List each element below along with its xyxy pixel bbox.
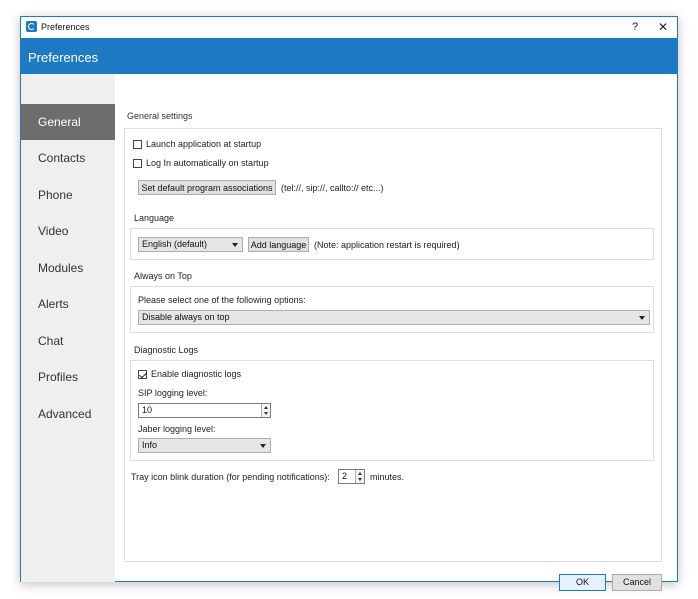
add-language-button[interactable]: Add language bbox=[248, 237, 309, 252]
launch-at-startup-label: Launch application at startup bbox=[146, 139, 262, 149]
sidebar-item-profiles[interactable]: Profiles bbox=[21, 359, 115, 395]
spin-buttons[interactable] bbox=[355, 470, 364, 483]
help-button[interactable]: ? bbox=[627, 19, 643, 35]
close-button[interactable]: ✕ bbox=[655, 19, 671, 35]
title-bar: Preferences ? ✕ bbox=[21, 17, 677, 38]
chevron-down-icon bbox=[232, 242, 238, 247]
app-logo-icon bbox=[26, 21, 37, 32]
cancel-button[interactable]: Cancel bbox=[612, 574, 662, 591]
sip-logging-level-value: 10 bbox=[142, 405, 153, 415]
diagnostic-logs-section-title: Diagnostic Logs bbox=[134, 345, 199, 355]
arrow-up-icon[interactable] bbox=[358, 472, 362, 475]
sidebar: General Contacts Phone Video Modules Ale… bbox=[21, 74, 115, 582]
sidebar-item-modules[interactable]: Modules bbox=[21, 250, 115, 286]
window-title: Preferences bbox=[41, 22, 90, 32]
jabber-logging-level-select[interactable]: Info bbox=[138, 438, 271, 453]
content-area: General settings Launch application at s… bbox=[115, 74, 677, 591]
general-settings-title: General settings bbox=[127, 111, 193, 121]
diagnostic-logs-panel: Enable diagnostic logs SIP logging level… bbox=[130, 360, 654, 461]
language-select-value: English (default) bbox=[142, 239, 208, 249]
enable-diagnostic-logs-label: Enable diagnostic logs bbox=[151, 369, 242, 379]
arrow-down-icon[interactable] bbox=[358, 478, 362, 481]
arrow-down-icon[interactable] bbox=[264, 412, 268, 415]
spin-buttons[interactable] bbox=[261, 404, 270, 417]
general-settings-panel: Launch application at startup Log In aut… bbox=[124, 128, 662, 562]
set-default-associations-button[interactable]: Set default program associations bbox=[138, 180, 276, 195]
always-on-top-section-title: Always on Top bbox=[134, 271, 192, 281]
sip-logging-level-stepper[interactable]: 10 bbox=[138, 403, 271, 418]
sip-logging-level-label: SIP logging level: bbox=[138, 388, 208, 398]
sidebar-item-advanced[interactable]: Advanced bbox=[21, 396, 115, 432]
tray-blink-duration-value: 2 bbox=[342, 471, 348, 481]
jabber-logging-level-value: Info bbox=[142, 440, 158, 450]
sidebar-item-phone[interactable]: Phone bbox=[21, 177, 115, 213]
arrow-up-icon[interactable] bbox=[264, 406, 268, 409]
login-on-startup-checkbox[interactable]: Log In automatically on startup bbox=[133, 158, 269, 168]
always-on-top-select-value: Disable always on top bbox=[142, 312, 230, 322]
always-on-top-select[interactable]: Disable always on top bbox=[138, 310, 650, 325]
chevron-down-icon bbox=[260, 443, 266, 448]
tray-blink-unit: minutes. bbox=[370, 472, 405, 482]
tray-blink-duration-stepper[interactable]: 2 bbox=[338, 469, 365, 484]
always-on-top-panel: Please select one of the following optio… bbox=[130, 286, 654, 333]
sidebar-item-alerts[interactable]: Alerts bbox=[21, 286, 115, 322]
sidebar-item-chat[interactable]: Chat bbox=[21, 323, 115, 359]
sidebar-item-contacts[interactable]: Contacts bbox=[21, 140, 115, 176]
header-bar: Preferences bbox=[21, 38, 677, 74]
ok-button[interactable]: OK bbox=[559, 574, 606, 591]
jabber-logging-level-label: Jaber logging level: bbox=[138, 424, 216, 434]
checkbox-box[interactable] bbox=[138, 369, 147, 379]
always-on-top-prompt: Please select one of the following optio… bbox=[138, 295, 306, 305]
sidebar-item-general[interactable]: General bbox=[21, 104, 115, 140]
tray-blink-label: Tray icon blink duration (for pending no… bbox=[131, 472, 330, 482]
checkbox-box[interactable] bbox=[133, 139, 142, 149]
page-title: Preferences bbox=[28, 50, 99, 65]
associations-note: (tel://, sip://, callto:// etc...) bbox=[281, 183, 384, 193]
language-restart-note: (Note: application restart is required) bbox=[314, 240, 460, 250]
checkbox-box[interactable] bbox=[133, 158, 142, 168]
language-select[interactable]: English (default) bbox=[138, 237, 243, 252]
sidebar-item-video[interactable]: Video bbox=[21, 213, 115, 249]
chevron-down-icon bbox=[639, 315, 645, 320]
launch-at-startup-checkbox[interactable]: Launch application at startup bbox=[133, 139, 261, 149]
language-panel: English (default) Add language (Note: ap… bbox=[130, 228, 654, 260]
preferences-window: Preferences ? ✕ Preferences General Cont… bbox=[20, 16, 678, 591]
language-section-title: Language bbox=[134, 213, 175, 223]
login-on-startup-label: Log In automatically on startup bbox=[146, 158, 269, 168]
enable-diagnostic-logs-checkbox[interactable]: Enable diagnostic logs bbox=[138, 369, 241, 379]
